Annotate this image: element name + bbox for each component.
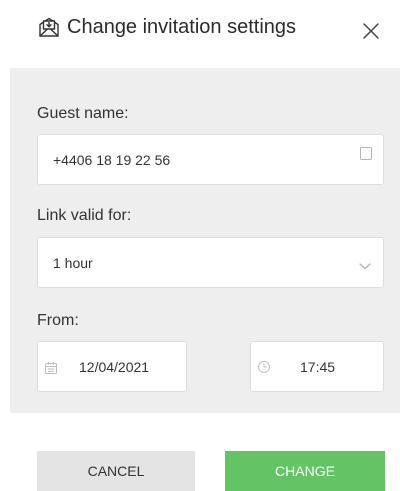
calendar-icon (44, 361, 58, 375)
dialog-title: Change invitation settings (67, 16, 297, 38)
chevron-down-icon (358, 258, 372, 270)
close-icon[interactable] (362, 22, 380, 40)
dialog-header: Change invitation settings (0, 0, 400, 68)
guest-name-value: +4406 18 19 22 56 (53, 152, 171, 168)
link-valid-value: 1 hour (53, 255, 93, 271)
guest-name-field[interactable]: +4406 18 19 22 56 (37, 134, 384, 185)
guest-name-label: Guest name: (37, 105, 129, 122)
time-field[interactable]: 17:45 (250, 341, 384, 392)
clock-icon (257, 360, 271, 374)
link-valid-select[interactable]: 1 hour (37, 237, 384, 288)
link-valid-label: Link valid for: (37, 207, 132, 224)
date-field[interactable]: 12/04/2021 (37, 341, 187, 392)
date-value: 12/04/2021 (79, 359, 150, 375)
time-value: 17:45 (300, 359, 336, 375)
invitation-envelope-icon (37, 15, 61, 39)
cancel-button[interactable]: CANCEL (37, 451, 195, 491)
contact-card-icon[interactable] (359, 146, 373, 162)
from-label: From: (37, 312, 79, 329)
change-button[interactable]: CHANGE (225, 451, 385, 491)
